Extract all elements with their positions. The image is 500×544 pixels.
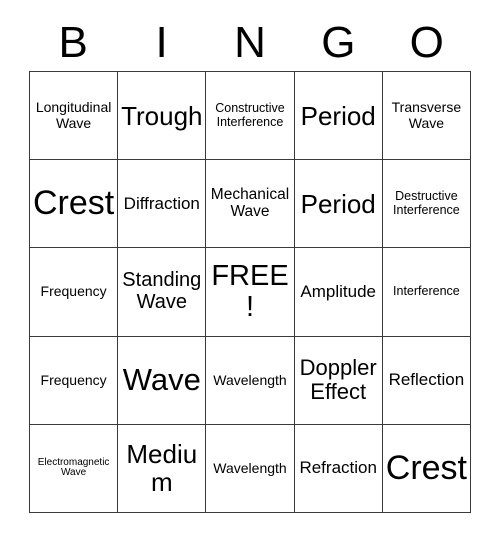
header-letter-g: G	[321, 17, 356, 67]
bingo-cell-label: Interference	[393, 284, 460, 299]
bingo-header: B I N G O	[29, 14, 471, 71]
bingo-cell[interactable]: Transverse Wave	[382, 72, 471, 161]
bingo-cell-label: Destructive Interference	[393, 189, 460, 217]
bingo-cell[interactable]: Period	[294, 72, 383, 161]
bingo-cell[interactable]: Frequency	[30, 248, 119, 337]
bingo-cell[interactable]: Mechanical Wave	[206, 160, 295, 249]
bingo-cell[interactable]: Trough	[118, 72, 207, 161]
bingo-cell-label: Crest	[385, 449, 467, 488]
bingo-cell[interactable]: Crest	[30, 160, 119, 249]
bingo-cell[interactable]: Crest	[382, 424, 471, 513]
bingo-cell[interactable]: Interference	[382, 248, 471, 337]
bingo-cell[interactable]: Standing Wave	[118, 248, 207, 337]
bingo-cell-label: Refraction	[299, 458, 377, 478]
bingo-cell[interactable]: Frequency	[30, 336, 119, 425]
bingo-cell[interactable]: Medium	[118, 424, 207, 513]
bingo-cell-label: Wavelength	[213, 371, 287, 388]
bingo-cell[interactable]: Wavelength	[206, 424, 295, 513]
bingo-cell-label: Standing Wave	[122, 269, 202, 313]
bingo-cell-label: Period	[300, 100, 376, 131]
header-letter-b: B	[58, 17, 88, 67]
bingo-cell-label: Longitudinal Wave	[35, 99, 112, 131]
bingo-cell-label: FREE!	[211, 259, 289, 323]
bingo-cell-label: Medium	[126, 439, 198, 498]
bingo-cell[interactable]: Refraction	[294, 424, 383, 513]
bingo-cell-label: Wavelength	[213, 459, 287, 476]
bingo-cell-label: Electromagnetic Wave	[37, 456, 110, 479]
bingo-cell-label: Doppler Effect	[299, 355, 377, 405]
bingo-cell[interactable]: Amplitude	[294, 248, 383, 337]
bingo-card: B I N G O Longitudinal Wave Trough Constru…	[0, 0, 500, 544]
bingo-cell[interactable]: Period	[294, 160, 383, 249]
bingo-cell[interactable]: Diffraction	[118, 160, 207, 249]
bingo-cell-label: Period	[300, 188, 376, 219]
bingo-cell-label: Frequency	[40, 283, 107, 300]
bingo-cell[interactable]: Longitudinal Wave	[30, 72, 119, 161]
bingo-cell[interactable]: Constructive Interference	[206, 72, 295, 161]
bingo-cell[interactable]: Destructive Interference	[382, 160, 471, 249]
bingo-cell-label: Transverse Wave	[391, 99, 462, 131]
bingo-cell-label: Reflection	[388, 370, 465, 390]
bingo-cell-label: Trough	[121, 100, 203, 131]
bingo-cell-label: Wave	[122, 362, 201, 398]
bingo-cell[interactable]: Wavelength	[206, 336, 295, 425]
bingo-cell[interactable]: Reflection	[382, 336, 471, 425]
header-letter-o: O	[409, 17, 444, 67]
header-letter-i: I	[155, 17, 168, 67]
bingo-grid: Longitudinal Wave Trough Constructive Inte…	[29, 71, 471, 513]
bingo-cell-label: Mechanical Wave	[210, 186, 290, 220]
bingo-cell-label: Frequency	[40, 371, 107, 388]
bingo-cell[interactable]: Electromagnetic Wave	[30, 424, 119, 513]
bingo-cell-label: Diffraction	[123, 193, 200, 213]
bingo-cell-label: Constructive Interference	[215, 101, 285, 129]
header-letter-n: N	[234, 17, 266, 67]
bingo-cell[interactable]: Doppler Effect	[294, 336, 383, 425]
bingo-cell[interactable]: Wave	[118, 336, 207, 425]
bingo-cell-label: Amplitude	[300, 281, 376, 301]
bingo-cell-label: Crest	[32, 184, 115, 223]
bingo-cell-free[interactable]: FREE!	[206, 248, 295, 337]
